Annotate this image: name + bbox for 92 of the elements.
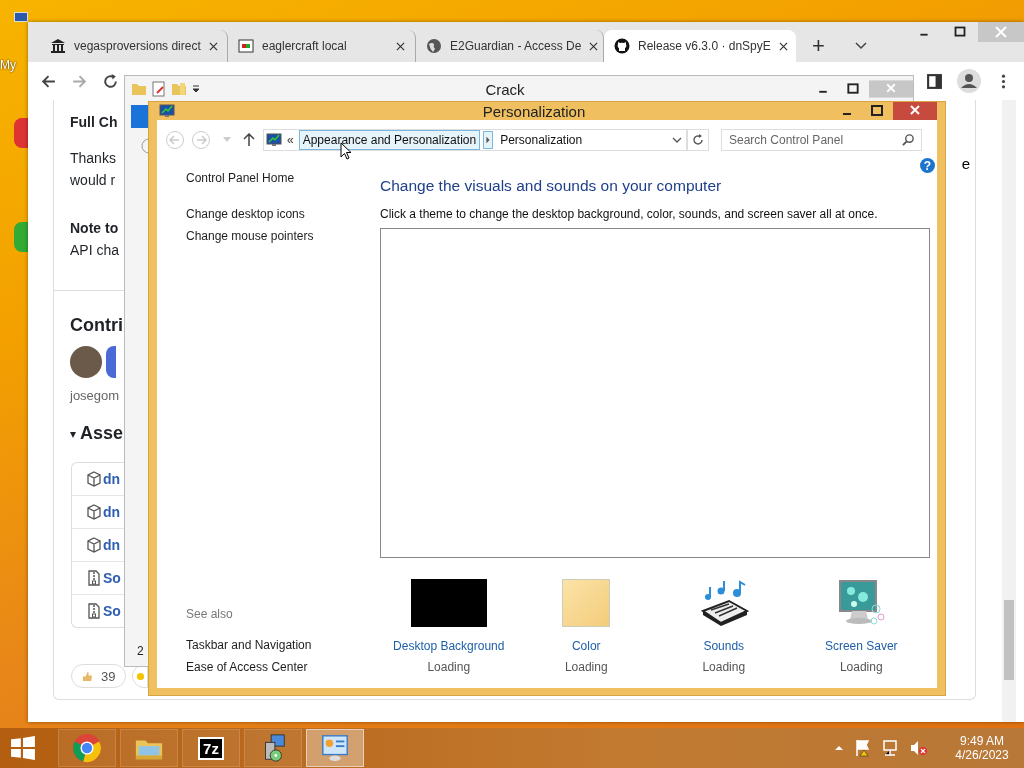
clock-time[interactable]: 9:49 AM (960, 734, 1004, 748)
music-keyboard-icon[interactable] (698, 579, 749, 627)
sidebar-icon[interactable] (926, 72, 943, 90)
section-heading: Note to (70, 220, 119, 236)
computer-icon[interactable] (14, 12, 28, 22)
item-link[interactable]: Screen Saver (824, 639, 898, 653)
color-swatch[interactable] (562, 579, 611, 627)
search-icon[interactable] (902, 133, 915, 146)
item-link[interactable]: Color (571, 639, 601, 653)
search-field[interactable]: Search Control Panel (721, 129, 922, 151)
status-text: Loading (427, 660, 471, 674)
clock-date[interactable]: 4/26/2023 (955, 748, 1009, 762)
monitor-bubbles-icon[interactable] (836, 579, 887, 627)
close-tab-icon[interactable] (396, 41, 405, 51)
taskbar-button[interactable]: 7z (182, 729, 240, 767)
asset-link[interactable]: So (103, 603, 121, 619)
status-text: Loading (564, 660, 608, 674)
nav-link[interactable]: Ease of Access Center (186, 660, 380, 674)
nav-link[interactable]: Control Panel Home (186, 171, 380, 185)
window-title: Personalization (482, 102, 586, 120)
muted-speaker-icon[interactable] (910, 739, 928, 757)
status-text: 2 (137, 644, 144, 658)
section-heading: Contri (70, 315, 123, 336)
flag-icon[interactable] (854, 739, 872, 757)
see-also-label: See also (186, 607, 234, 621)
browser-tab[interactable]: Release v6.3.0 · dnSpyE (604, 30, 796, 62)
scrollbar[interactable] (1002, 100, 1016, 722)
contributor-name[interactable]: josegom (70, 388, 120, 403)
monitor-icon (266, 132, 282, 148)
asset-link[interactable]: dn (103, 537, 121, 553)
smiley-icon (135, 671, 145, 681)
monitor-icon (159, 103, 175, 119)
asset-link[interactable]: dn (103, 504, 121, 520)
breadcrumb[interactable]: Appearance and Personalization (298, 130, 481, 150)
window-title: Crack (485, 80, 525, 98)
cat-logo-icon (614, 38, 630, 54)
avatar[interactable] (106, 346, 116, 378)
paragraph-line: Thanks (70, 150, 116, 166)
section-heading: Full Ch (70, 114, 118, 130)
status-text: Loading (839, 660, 883, 674)
app-icon (238, 38, 254, 54)
description-text: Click a theme to change the desktop background, color, sounds, and screen saver all at once. (380, 207, 879, 221)
nav-link[interactable]: Taskbar and Navigation (186, 638, 380, 652)
background-thumbnail[interactable] (410, 579, 487, 627)
asset-link[interactable]: dn (103, 471, 121, 487)
profile-icon[interactable] (957, 69, 981, 93)
taskbar-button[interactable] (306, 729, 364, 767)
globe-icon (426, 38, 442, 54)
cube-icon (86, 537, 102, 553)
paragraph-line: API cha (70, 242, 120, 258)
new-tab-button[interactable]: + (812, 33, 825, 59)
cube-icon (86, 504, 102, 520)
browser-logo-icon (72, 733, 102, 763)
refresh-button[interactable] (687, 129, 709, 151)
avatar[interactable] (70, 346, 102, 378)
page-heading: Change the visuals and sounds on your computer (380, 177, 723, 195)
status-text: Loading (702, 660, 746, 674)
chevron-down-icon[interactable] (672, 136, 682, 144)
item-link[interactable]: Sounds (703, 639, 745, 653)
item-link[interactable]: Desktop Background (393, 639, 505, 653)
breadcrumb[interactable]: Personalization (496, 130, 587, 150)
asset-link[interactable]: So (103, 570, 121, 586)
close-button[interactable] (893, 102, 937, 120)
zip-file-icon (86, 603, 102, 619)
dropdown-icon[interactable] (191, 84, 201, 94)
taskbar-button[interactable] (244, 729, 302, 767)
building-icon (50, 38, 66, 54)
overflow-chevron[interactable]: « (287, 133, 294, 147)
archiver-icon: 7z (198, 736, 224, 760)
nav-link[interactable]: Change desktop icons (186, 207, 380, 221)
reload-icon[interactable] (102, 72, 119, 90)
chevron-down-icon[interactable] (854, 42, 867, 50)
close-tab-icon[interactable] (778, 41, 788, 51)
nav-link[interactable]: Change mouse pointers (186, 229, 380, 243)
paragraph-fragment: e (961, 155, 970, 172)
control-panel-icon (320, 733, 350, 763)
windows-logo-icon[interactable] (10, 735, 36, 761)
up-arrow-icon[interactable] (243, 133, 255, 147)
taskbar-button[interactable] (58, 729, 116, 767)
expand-toggle[interactable]: ▾ (70, 426, 76, 441)
network-icon[interactable] (882, 739, 900, 757)
caret-up-icon[interactable] (834, 745, 844, 751)
paragraph-line: would r (70, 172, 116, 188)
close-tab-icon[interactable] (208, 41, 218, 51)
close-tab-icon[interactable] (589, 41, 599, 51)
help-button[interactable]: ? (920, 158, 935, 173)
thumbs-up-icon (82, 670, 93, 682)
cube-icon (86, 471, 102, 487)
section-heading: Asse (80, 423, 124, 444)
address-bar[interactable]: « Appearance and Personalization Personalization (263, 129, 687, 151)
zip-file-icon (86, 570, 102, 586)
properties-icon[interactable] (151, 81, 167, 97)
